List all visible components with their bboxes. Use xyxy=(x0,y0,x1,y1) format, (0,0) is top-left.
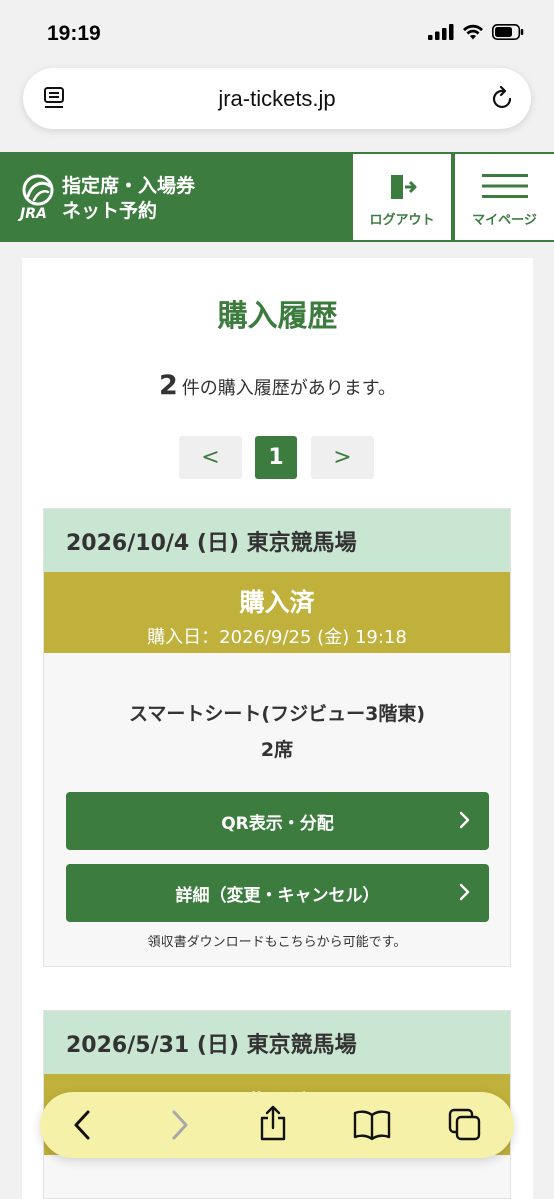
cellular-signal-icon xyxy=(428,24,454,40)
history-count-number: 2 xyxy=(159,370,178,401)
site-header: JRA 指定席・入場券 ネット予約 ログアウト マイページ xyxy=(0,152,554,242)
qr-distribute-button[interactable]: QR表示・分配 xyxy=(66,792,489,850)
site-logo-text[interactable]: 指定席・入場券 ネット予約 xyxy=(62,174,195,224)
race-date-venue: 2026/5/31 (日) 東京競馬場 xyxy=(44,1011,510,1074)
race-date-venue: 2026/10/4 (日) 東京競馬場 xyxy=(44,509,510,572)
forward-icon[interactable] xyxy=(168,1108,192,1142)
logout-label: ログアウト xyxy=(369,213,435,228)
address-bar[interactable]: jra-tickets.jp xyxy=(23,68,531,129)
purchase-status: 購入済 xyxy=(239,588,315,617)
page-title: 購入履歴 xyxy=(217,299,338,334)
detail-change-cancel-button[interactable]: 詳細（変更・キャンセル） xyxy=(66,864,489,922)
bookmarks-icon[interactable] xyxy=(353,1108,391,1142)
logo-line-2: ネット予約 xyxy=(62,200,158,222)
chevron-right-icon xyxy=(459,883,470,901)
pager-next-button[interactable]: > xyxy=(311,436,374,479)
mypage-button[interactable]: マイページ xyxy=(455,154,554,240)
status-time: 19:19 xyxy=(47,22,101,45)
reload-icon[interactable] xyxy=(491,85,515,111)
logout-button[interactable]: ログアウト xyxy=(353,154,451,240)
detail-change-cancel-label: 詳細（変更・キャンセル） xyxy=(175,885,380,906)
battery-icon xyxy=(492,24,524,40)
mypage-label: マイページ xyxy=(472,213,537,228)
wifi-icon xyxy=(463,24,483,40)
history-count-text: 件の購入履歴があります。 xyxy=(181,378,396,399)
receipt-note: 領収書ダウンロードもこちらから可能です。 xyxy=(147,935,407,950)
tabs-icon[interactable] xyxy=(448,1108,482,1142)
share-icon[interactable] xyxy=(258,1104,288,1142)
seat-count: 2席 xyxy=(260,739,294,761)
hamburger-menu-icon xyxy=(481,174,528,198)
purchase-status-band: 購入済 購入日：2026/9/25 (金) 19:18 xyxy=(44,572,510,653)
pager-prev-button[interactable]: < xyxy=(179,436,242,479)
url-text[interactable]: jra-tickets.jp xyxy=(23,86,531,112)
pager-page-1[interactable]: 1 xyxy=(255,436,297,479)
browser-toolbar xyxy=(40,1092,514,1158)
status-bar: 19:19 xyxy=(0,0,554,62)
chevron-right-icon xyxy=(459,811,470,829)
logout-icon xyxy=(391,175,417,199)
logo-line-1: 指定席・入場券 xyxy=(62,175,196,197)
main-content: 購入履歴 2 件の購入履歴があります。 < 1 > 2026/10/4 (日) 東… xyxy=(22,258,533,1199)
qr-distribute-label: QR表示・分配 xyxy=(221,813,334,834)
purchase-date: 購入日：2026/9/25 (金) 19:18 xyxy=(147,627,407,648)
history-count: 2 件の購入履歴があります。 xyxy=(22,370,533,401)
seat-type: スマートシート(フジビュー3階東) xyxy=(128,703,426,725)
history-card: 2026/10/4 (日) 東京競馬場 購入済 購入日：2026/9/25 (金… xyxy=(43,508,511,967)
logo-mark-text: JRA xyxy=(20,206,47,222)
status-icons xyxy=(428,24,524,40)
back-icon[interactable] xyxy=(70,1108,94,1142)
